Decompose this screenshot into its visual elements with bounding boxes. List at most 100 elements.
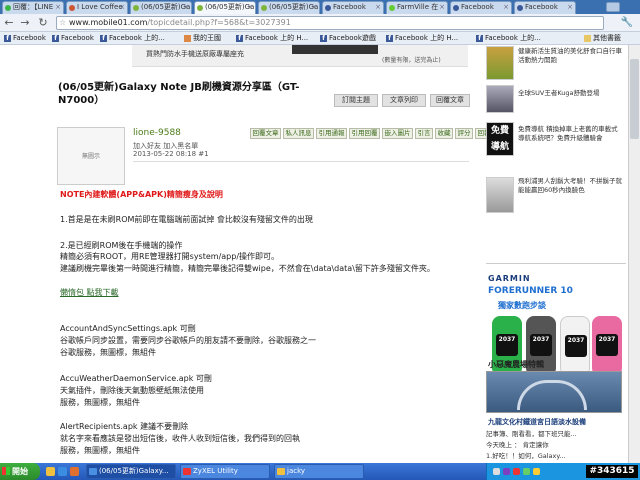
close-tab-icon[interactable]: × xyxy=(311,2,317,13)
facebook-icon: f xyxy=(52,35,59,42)
divider xyxy=(133,161,469,162)
volume-icon[interactable] xyxy=(533,468,540,475)
taskbar-item[interactable]: jacky xyxy=(274,464,364,479)
ad-text[interactable]: 免費導航 積換掉車上老舊的車載式導航系統吧？免費升級體驗會 xyxy=(518,125,622,143)
browser-tab[interactable]: FarmVille 在 × xyxy=(386,1,448,14)
print-button[interactable]: 文章列印 xyxy=(382,94,426,107)
username[interactable]: lione-9588 xyxy=(133,128,181,138)
bookmark-item[interactable]: f Facebook 上的 H... xyxy=(236,33,308,44)
farmville-icon xyxy=(389,5,395,11)
network-icon[interactable] xyxy=(523,468,530,475)
facebook-icon: f xyxy=(100,35,107,42)
mobile01-icon xyxy=(197,5,203,11)
subscribe-button[interactable]: 訂閱主題 xyxy=(334,94,378,107)
bookmark-item[interactable]: 我的王國 xyxy=(184,33,221,44)
comment-row[interactable]: 1.好吃！！如何，Galaxy... xyxy=(486,451,624,461)
address-bar[interactable]: ☆ www.mobile01.com/topicdetail.php?f=568&… xyxy=(56,16,604,30)
private-message-button[interactable]: 私人訊息 xyxy=(283,128,314,139)
sidebar-ads: 健康新活生質油的美化舒食口自行車活動熱力開跑 全球SUV王者Kuga舒動登場 免… xyxy=(486,45,626,463)
ad-text[interactable]: 全球SUV王者Kuga舒動登場 xyxy=(518,89,622,98)
album-caption[interactable]: 九龍文化村鐵道宮日語淡水設備 xyxy=(488,417,586,427)
bookmark-item[interactable]: f Facebook 上的... xyxy=(476,33,541,44)
chrome-icon xyxy=(89,468,97,475)
embed-image-button[interactable]: 嵌入圖片 xyxy=(382,128,413,139)
browser-tab[interactable]: (06/05更新)Ga × xyxy=(258,1,320,14)
bookmark-item[interactable]: f Facebook 上的... xyxy=(100,33,165,44)
post-text: 2.是已經刷ROM後在手機端的操作 xyxy=(60,241,183,250)
browser-tab[interactable]: (06/05更新)Ga × xyxy=(130,1,192,14)
tray-icon[interactable] xyxy=(493,468,500,475)
start-button[interactable]: 開始 xyxy=(0,463,40,480)
page-scrollbar[interactable] xyxy=(628,45,640,463)
yahoo-icon[interactable] xyxy=(503,468,510,475)
scrollbar-thumb[interactable] xyxy=(630,59,639,139)
wrench-icon[interactable]: 🔧 xyxy=(620,16,634,30)
ad-text[interactable]: 飛利浦男人刮鬍大考驗！不拼鬍子就能能贏回60秒內換臉色 xyxy=(518,177,622,195)
post-text: AlertRecipients.apk 建議不要刪除 xyxy=(60,422,189,431)
browser-tab[interactable]: I Love Coffee × xyxy=(66,1,128,14)
post-text: 服務，無圖標，無組件 xyxy=(60,398,140,407)
banner-note: (數量有限，送完為止) xyxy=(382,57,441,64)
folder-icon xyxy=(584,35,591,42)
bookmark-item[interactable]: f Facebook xyxy=(52,33,94,44)
browser-tab[interactable]: Facebook × xyxy=(514,1,576,14)
quote-button[interactable]: 引言 xyxy=(415,128,433,139)
rate-button[interactable]: 評分 xyxy=(455,128,473,139)
car-ad-image[interactable] xyxy=(486,85,514,113)
reply-post-button[interactable]: 回覆文章 xyxy=(250,128,281,139)
post-title: (06/05更新)Galaxy Note JB刷機資源分享區（GT-N7000） xyxy=(58,82,300,106)
mobile01-icon xyxy=(133,5,139,11)
post-text: AccountAndSyncSettings.apk 可刪 xyxy=(60,324,196,333)
coffee-icon xyxy=(69,5,75,11)
close-tab-icon[interactable]: × xyxy=(439,2,445,13)
bookmark-item[interactable]: f Facebook xyxy=(4,33,46,44)
close-tab-icon[interactable]: × xyxy=(375,2,381,13)
bookmark-item[interactable]: f Facebook遊戲 xyxy=(320,33,376,44)
comment-row[interactable]: 記事簿、剛看看，都下班只能... xyxy=(486,429,624,439)
other-bookmarks[interactable]: 其他書籤 xyxy=(584,33,621,44)
download-link[interactable]: 懶惰包 點我下載 xyxy=(60,288,119,298)
facebook-icon: f xyxy=(4,35,11,42)
close-tab-icon[interactable]: × xyxy=(503,2,509,13)
taskbar-item[interactable]: (06/05更新)Galaxy... xyxy=(86,464,176,479)
avatar[interactable]: 無圖示 xyxy=(57,127,125,185)
folder-icon xyxy=(277,468,285,475)
ad-banner[interactable]: 買熱門防水手機送原廠專屬座充 (數量有限，送完為止) xyxy=(132,45,468,67)
browser-tab-strip: 回覆：【LINE × I Love Coffee × (06/05更新)Ga × (0… xyxy=(0,0,640,14)
new-tab-button[interactable] xyxy=(606,2,620,12)
taskbar-item[interactable]: ZyXEL Utility xyxy=(180,464,270,479)
album-image[interactable] xyxy=(486,371,622,413)
post-text: 建議刷機完畢後第一時間進行精簡，精簡完畢後記得雙wipe，不然會在\data\d… xyxy=(60,264,435,273)
quote-reply-button[interactable]: 引用回覆 xyxy=(349,128,380,139)
close-tab-icon[interactable]: × xyxy=(119,2,125,13)
tray-icon[interactable] xyxy=(513,468,520,475)
reply-button[interactable]: 回覆文章 xyxy=(430,94,470,107)
page-icon: ☆ xyxy=(59,18,67,27)
free-nav-ad-image[interactable]: 免費導航 xyxy=(486,122,514,156)
post-heading: NOTE內建軟體(APP&APK)精簡瘦身及說明 xyxy=(60,190,223,199)
favorite-button[interactable]: 收藏 xyxy=(435,128,453,139)
browser-tab-active[interactable]: (06/05更新)Ga × xyxy=(194,1,256,14)
quicklaunch-icon[interactable] xyxy=(46,467,55,476)
forward-icon[interactable]: → xyxy=(18,16,32,30)
ad-image[interactable] xyxy=(486,46,514,80)
browser-tab[interactable]: 回覆：【LINE × xyxy=(2,1,64,14)
quote-notify-button[interactable]: 引用通報 xyxy=(316,128,347,139)
ad-text[interactable]: 健康新活生質油的美化舒食口自行車活動熱力開跑 xyxy=(518,47,622,65)
close-tab-icon[interactable]: × xyxy=(55,2,61,13)
album-title[interactable]: 小惡魔農場特輯 xyxy=(488,359,544,370)
close-tab-icon[interactable]: × xyxy=(183,2,189,13)
bookmark-item[interactable]: f Facebook 上的 H... xyxy=(386,33,458,44)
close-tab-icon[interactable]: × xyxy=(567,2,573,13)
reload-icon[interactable]: ↻ xyxy=(36,16,50,30)
quicklaunch-icon[interactable] xyxy=(58,467,67,476)
facebook-icon: f xyxy=(320,35,327,42)
back-icon[interactable]: ← xyxy=(2,16,16,30)
browser-tab[interactable]: Facebook × xyxy=(450,1,512,14)
quicklaunch-icon[interactable] xyxy=(70,467,79,476)
post-text: 谷歌帳戶同步設置，需要同步谷歌帳戶的朋友請不要刪除，谷歌服務之一 xyxy=(60,336,316,345)
comment-row[interactable]: 今天晚上 ： 肯定讓你 xyxy=(486,440,624,450)
philips-ad-image[interactable] xyxy=(486,177,514,213)
close-tab-icon[interactable]: × xyxy=(247,2,253,13)
browser-tab[interactable]: Facebook × xyxy=(322,1,384,14)
